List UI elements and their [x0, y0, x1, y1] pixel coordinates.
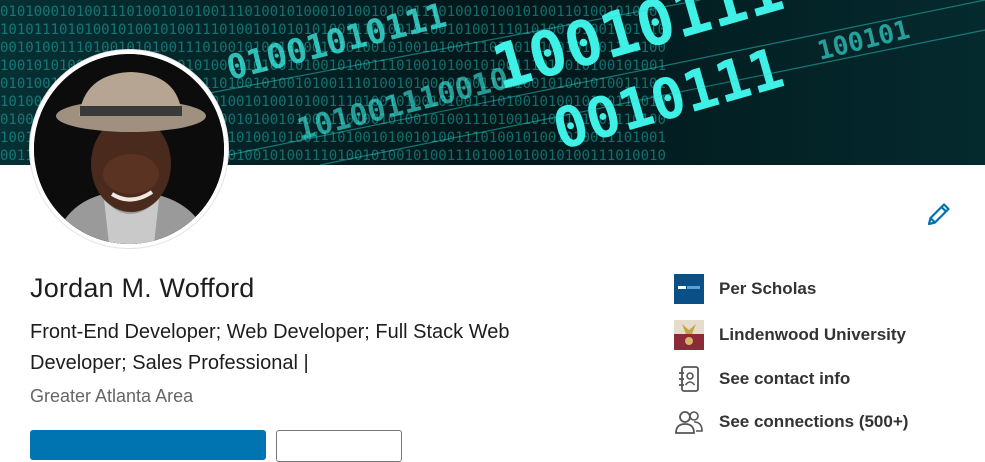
primary-action-button[interactable] [30, 430, 266, 460]
pencil-icon [927, 203, 950, 226]
sidebar-item-label: Lindenwood University [719, 325, 907, 344]
person-portrait-image [34, 54, 224, 244]
secondary-action-button[interactable] [276, 430, 402, 462]
contact-book-icon [674, 364, 704, 394]
per-scholas-logo-icon [674, 274, 704, 304]
avatar [34, 54, 224, 244]
sidebar-item-label: Per Scholas [719, 279, 817, 298]
lindenwood-logo-icon [674, 320, 704, 350]
profile-location: Greater Atlanta Area [30, 386, 194, 406]
profile-name: Jordan M. Wofford [30, 273, 255, 303]
sidebar-item-label: See contact info [719, 369, 851, 388]
sidebar-item-contact-info[interactable]: See contact info [674, 363, 974, 395]
people-icon [674, 407, 704, 437]
edit-profile-button[interactable] [925, 200, 953, 228]
sidebar-item-connections[interactable]: See connections (500+) [674, 406, 974, 438]
profile-headline: Front-End Developer; Web Developer; Full… [30, 321, 510, 374]
profile-photo[interactable] [30, 50, 228, 248]
sidebar-item-lindenwood[interactable]: Lindenwood University [674, 319, 974, 351]
sidebar-item-per-scholas[interactable]: Per Scholas [674, 273, 974, 305]
sidebar-item-label: See connections (500+) [719, 412, 909, 431]
